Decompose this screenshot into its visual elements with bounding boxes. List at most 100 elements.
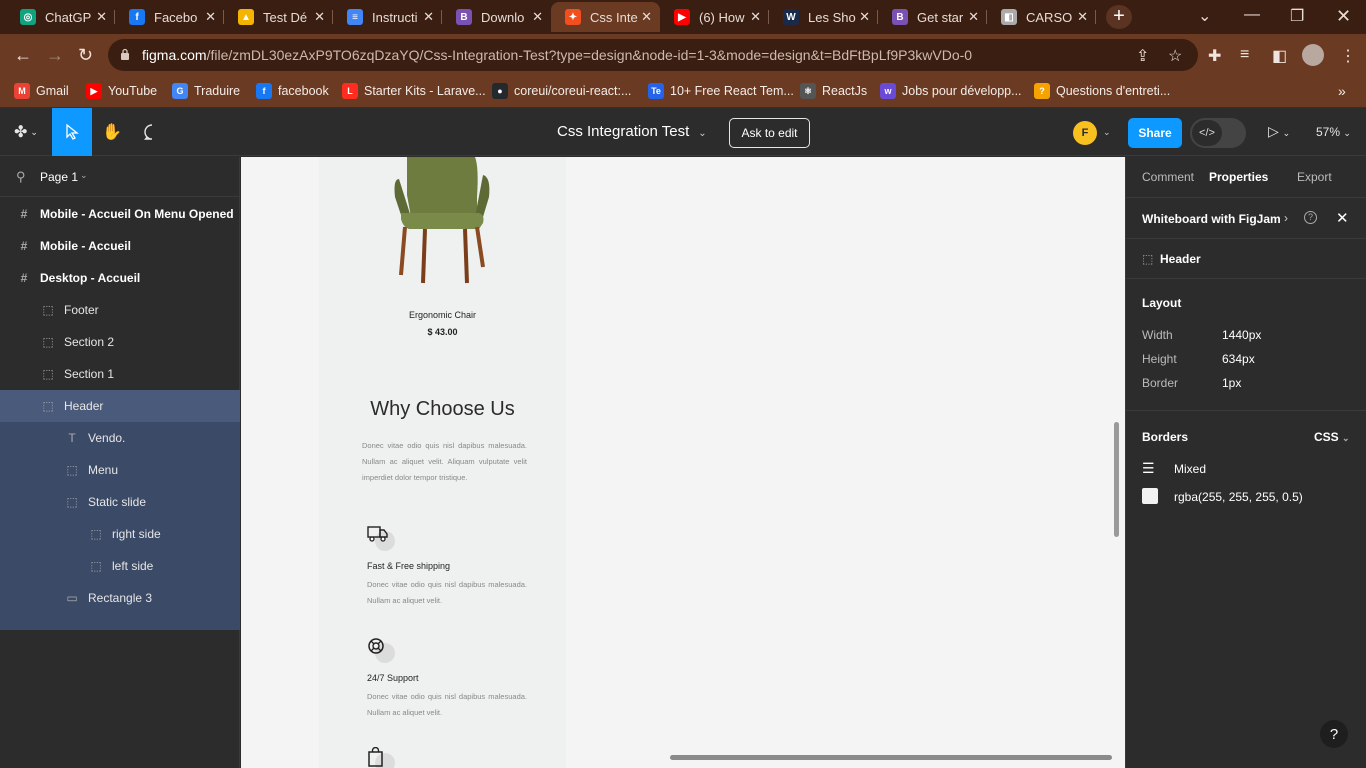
extensions-icon[interactable]: ✚ xyxy=(1208,46,1221,66)
layer-label: Rectangle 3 xyxy=(88,591,153,605)
media-control-icon[interactable]: ≡ xyxy=(1240,46,1249,64)
avatar-chevron-icon[interactable]: ⌄ xyxy=(1103,127,1111,138)
restore-icon[interactable]: ❐ xyxy=(1290,6,1304,26)
bookmark-item[interactable]: ▶ YouTube xyxy=(86,83,157,99)
search-icon[interactable]: ⚲ xyxy=(16,169,26,185)
hand-tool-icon[interactable]: ✋ xyxy=(92,108,132,156)
close-tab-icon[interactable]: ✕ xyxy=(859,9,870,25)
frame-dashed-icon: ⬚ xyxy=(1142,252,1154,266)
browser-tab[interactable]: ≡ Instructi ✕ xyxy=(333,2,442,32)
bookmark-star-icon[interactable]: ☆ xyxy=(1168,46,1182,66)
close-icon[interactable]: ✕ xyxy=(1336,209,1349,227)
move-tool-icon[interactable] xyxy=(52,108,92,156)
facebook-icon: f xyxy=(129,9,145,25)
close-window-icon[interactable]: ✕ xyxy=(1336,6,1351,27)
close-tab-icon[interactable]: ✕ xyxy=(641,9,652,25)
browser-tab[interactable]: f Facebo ✕ xyxy=(115,2,224,32)
close-tab-icon[interactable]: ✕ xyxy=(96,9,107,25)
layer-row[interactable]: ⬚ Static slide xyxy=(0,486,240,518)
bookmark-item[interactable]: Te 10+ Free React Tem... xyxy=(648,83,794,99)
layer-row[interactable]: ⬚ Footer xyxy=(0,294,240,326)
tab-search-chevron-icon[interactable]: ⌄ xyxy=(1198,6,1211,26)
chevron-right-icon[interactable]: › xyxy=(1284,211,1288,225)
reload-icon[interactable]: ↻ xyxy=(78,45,93,66)
close-tab-icon[interactable]: ✕ xyxy=(1077,9,1088,25)
browser-tab[interactable]: ◧ CARSO ✕ xyxy=(987,2,1096,32)
more-bookmarks-icon[interactable]: » xyxy=(1338,83,1346,99)
bookmark-item[interactable]: w Jobs pour développ... xyxy=(880,83,1022,99)
layer-row[interactable]: # Mobile - Accueil On Menu Opened xyxy=(0,198,240,230)
close-tab-icon[interactable]: ✕ xyxy=(314,9,325,25)
chatgpt-icon: ◎ xyxy=(20,9,36,25)
bookmark-label: Traduire xyxy=(194,84,241,98)
feature-title: Fast & Free shipping xyxy=(367,561,451,571)
browser-tab[interactable]: W Les Sho ✕ xyxy=(769,2,878,32)
design-canvas[interactable]: Ergonomic Chair $ 43.00 Why Choose Us Do… xyxy=(241,157,1125,768)
user-avatar[interactable]: F xyxy=(1073,121,1097,145)
translate-icon: G xyxy=(172,83,188,99)
side-panel-icon[interactable]: ◧ xyxy=(1272,46,1287,66)
layer-row[interactable]: ⬚ left side xyxy=(0,550,240,582)
browser-tab[interactable]: B Get star ✕ xyxy=(878,2,987,32)
tab-title: CARSO xyxy=(1026,9,1073,25)
comment-tool-icon[interactable] xyxy=(132,108,172,156)
layer-row[interactable]: ⬚ Section 2 xyxy=(0,326,240,358)
share-button[interactable]: Share xyxy=(1128,118,1182,148)
layer-row[interactable]: # Mobile - Accueil xyxy=(0,230,240,262)
page-selector[interactable]: ⚲ Page 1 ⌄ xyxy=(0,157,240,197)
browser-tab[interactable]: ✦ Css Inte ✕ xyxy=(551,2,660,32)
new-tab-button[interactable]: + xyxy=(1106,5,1132,29)
layer-row[interactable]: ▭ Rectangle 3 xyxy=(0,582,240,614)
share-page-icon[interactable]: ⇪ xyxy=(1136,46,1149,66)
browser-tab[interactable]: B Downlo ✕ xyxy=(442,2,551,32)
zoom-level[interactable]: 57% ⌄ xyxy=(1316,125,1351,139)
layer-row[interactable]: T Vendo. xyxy=(0,422,240,454)
ask-to-edit-button[interactable]: Ask to edit xyxy=(729,118,810,148)
close-tab-icon[interactable]: ✕ xyxy=(968,9,979,25)
browser-tab[interactable]: ▲ Test Dé ✕ xyxy=(224,2,333,32)
layer-row[interactable]: # Desktop - Accueil xyxy=(0,262,240,294)
bookmark-item[interactable]: G Traduire xyxy=(172,83,240,99)
back-icon[interactable]: ← xyxy=(14,45,32,66)
tab-export[interactable]: Export xyxy=(1297,170,1332,184)
minimize-icon[interactable]: — xyxy=(1244,6,1260,24)
layer-row[interactable]: ⬚ Menu xyxy=(0,454,240,486)
group-dashed-icon: ⬚ xyxy=(42,367,54,381)
document-title[interactable]: Css Integration Test ⌄ xyxy=(557,123,707,140)
url-field[interactable]: figma.com/file/zmDL30ezAxP9TO6zqDzaYQ/Cs… xyxy=(108,39,1198,71)
browser-tab[interactable]: ▶ (6) How ✕ xyxy=(660,2,769,32)
close-tab-icon[interactable]: ✕ xyxy=(532,9,543,25)
facebook-icon: f xyxy=(256,83,272,99)
color-swatch[interactable] xyxy=(1142,488,1158,504)
bookmark-item[interactable]: f facebook xyxy=(256,83,329,99)
group-dashed-icon: ⬚ xyxy=(90,559,102,573)
bookmark-item[interactable]: L Starter Kits - Larave... xyxy=(342,83,486,99)
whiteboard-figjam-link[interactable]: Whiteboard with FigJam xyxy=(1142,212,1281,226)
profile-avatar[interactable] xyxy=(1302,44,1324,66)
mobile-frame-preview[interactable]: Ergonomic Chair $ 43.00 Why Choose Us Do… xyxy=(319,157,566,768)
figma-main-menu-icon[interactable]: ✤ ⌄ xyxy=(6,108,46,156)
layer-row[interactable]: ⬚ Section 1 xyxy=(0,358,240,390)
close-tab-icon[interactable]: ✕ xyxy=(423,9,434,25)
close-tab-icon[interactable]: ✕ xyxy=(750,9,761,25)
layer-row[interactable]: ⬚ Header xyxy=(0,390,240,422)
tab-comment[interactable]: Comment xyxy=(1142,170,1194,184)
help-button[interactable]: ? xyxy=(1320,720,1348,748)
dev-mode-toggle[interactable]: </> xyxy=(1190,118,1246,148)
bookmark-item[interactable]: ● coreui/coreui-react:... xyxy=(492,83,631,99)
tab-properties[interactable]: Properties xyxy=(1209,170,1268,184)
browser-tab[interactable]: ◎ ChatGP ✕ xyxy=(6,2,115,32)
browser-menu-icon[interactable]: ⋮ xyxy=(1340,46,1356,66)
vertical-scrollbar[interactable] xyxy=(1114,422,1119,537)
tab-title: Css Inte xyxy=(590,9,638,25)
help-circle-icon[interactable]: ? xyxy=(1304,211,1317,224)
css-dropdown[interactable]: CSS ⌄ xyxy=(1314,430,1350,444)
bookmark-item[interactable]: M Gmail xyxy=(14,83,69,99)
horizontal-scrollbar[interactable] xyxy=(670,755,1112,760)
bookmark-item[interactable]: ? Questions d'entreti... xyxy=(1034,83,1170,99)
bookmark-item[interactable]: ⚛ ReactJs xyxy=(800,83,867,99)
forward-icon[interactable]: → xyxy=(46,45,64,66)
present-play-icon[interactable]: ▷ ⌄ xyxy=(1268,123,1290,140)
close-tab-icon[interactable]: ✕ xyxy=(205,9,216,25)
layer-row[interactable]: ⬚ right side xyxy=(0,518,240,550)
